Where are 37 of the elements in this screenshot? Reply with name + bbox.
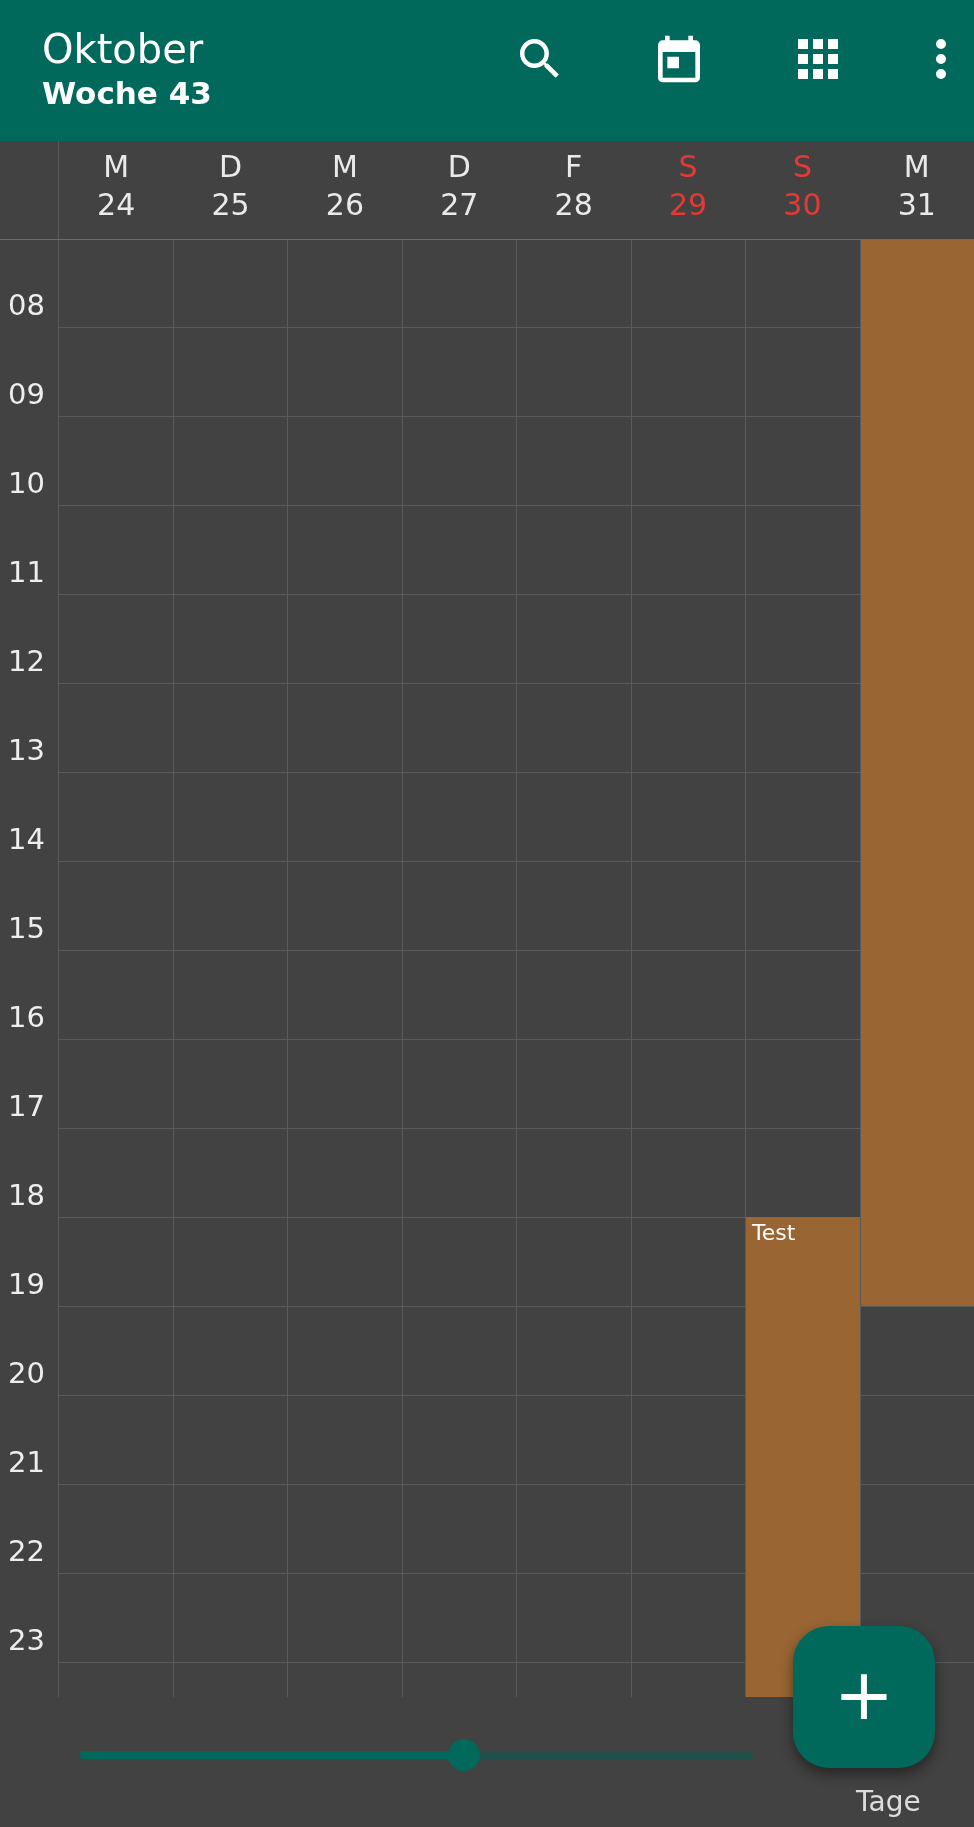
more-button[interactable] bbox=[936, 38, 946, 79]
hour-label: 20 bbox=[7, 1356, 45, 1390]
today-button[interactable] bbox=[658, 33, 700, 84]
hour-label: 09 bbox=[7, 377, 45, 411]
hour-label: 15 bbox=[7, 911, 45, 945]
hour-label: 18 bbox=[7, 1178, 45, 1212]
hour-label: 11 bbox=[7, 555, 45, 589]
slider-thumb[interactable] bbox=[447, 1739, 480, 1771]
day-header[interactable]: M 31 bbox=[859, 141, 974, 239]
day-header[interactable]: M 26 bbox=[287, 141, 403, 239]
day-header[interactable]: D 27 bbox=[402, 141, 517, 239]
view-button[interactable] bbox=[798, 38, 838, 79]
hour-label: 12 bbox=[7, 644, 45, 678]
search-button[interactable] bbox=[520, 38, 560, 79]
hour-label: 22 bbox=[7, 1534, 45, 1568]
week-subtitle: Woche 43 bbox=[42, 74, 212, 111]
hour-label: 23 bbox=[7, 1623, 45, 1657]
hour-label: 10 bbox=[7, 466, 45, 500]
days-label: Tage bbox=[856, 1785, 921, 1818]
hour-label: 17 bbox=[7, 1089, 45, 1123]
day-header[interactable]: F 28 bbox=[516, 141, 631, 239]
hour-label: 21 bbox=[7, 1445, 45, 1479]
month-title: Oktober bbox=[42, 24, 205, 73]
event-title: Test bbox=[751, 1219, 797, 1247]
hour-label: 08 bbox=[7, 288, 45, 322]
more-icon bbox=[936, 38, 946, 79]
zoom-slider[interactable] bbox=[80, 1739, 753, 1771]
search-icon bbox=[520, 38, 560, 79]
hour-label: 16 bbox=[7, 1000, 45, 1034]
hour-label: 19 bbox=[7, 1267, 45, 1301]
hour-label: 14 bbox=[7, 822, 45, 856]
grid-icon bbox=[798, 38, 838, 79]
add-button[interactable]: + bbox=[793, 1626, 935, 1768]
calendar-icon bbox=[658, 33, 700, 84]
hour-label: 13 bbox=[7, 733, 45, 767]
day-header[interactable]: M 24 bbox=[59, 141, 174, 239]
day-header[interactable]: D 25 bbox=[173, 141, 288, 239]
